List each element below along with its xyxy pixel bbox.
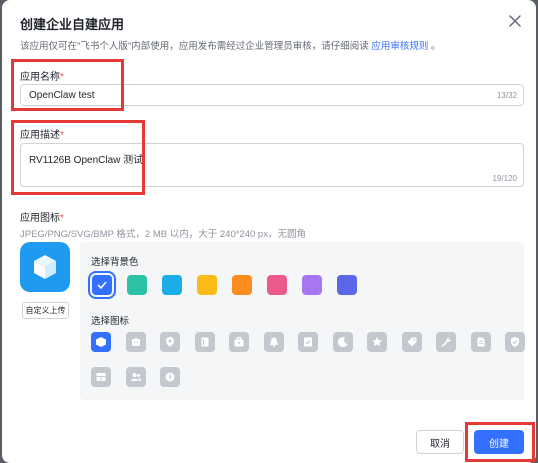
users-icon bbox=[130, 373, 141, 381]
icon-option-tag[interactable] bbox=[401, 332, 422, 352]
icon-select-title: 选择图标 bbox=[91, 316, 130, 327]
icon-picker-panel: 选择背景色 选择图标 bbox=[80, 242, 525, 400]
app-desc-value: RV1126B OpenClaw 测试 bbox=[29, 155, 144, 166]
wrench-icon bbox=[441, 337, 452, 347]
app-name-value: OpenClaw test bbox=[29, 90, 95, 101]
star-icon bbox=[372, 337, 382, 347]
document-icon bbox=[477, 337, 484, 347]
cube-icon bbox=[34, 255, 56, 279]
icon-option-moon[interactable] bbox=[332, 332, 353, 352]
icon-option-robot[interactable] bbox=[125, 332, 146, 352]
bg-color-swatch[interactable] bbox=[232, 275, 252, 295]
app-name-counter: 13/32 bbox=[496, 91, 517, 100]
subtitle-suffix: 。 bbox=[431, 41, 441, 52]
bg-color-swatch[interactable] bbox=[302, 275, 322, 295]
book-icon bbox=[201, 337, 208, 347]
bg-color-title: 选择背景色 bbox=[91, 257, 139, 268]
shield-check-icon bbox=[511, 337, 519, 347]
bg-color-swatch[interactable] bbox=[337, 275, 357, 295]
dialog-subtitle: 该应用仅可在"飞书个人版"内部使用，应用发布需经过企业管理员审核，请仔细阅读 应… bbox=[20, 38, 441, 52]
create-app-dialog: 创建企业自建应用 该应用仅可在"飞书个人版"内部使用，应用发布需经过企业管理员审… bbox=[2, 0, 536, 463]
check-icon bbox=[97, 281, 107, 290]
icon-option-bell[interactable] bbox=[263, 332, 284, 352]
app-desc-textarea[interactable]: RV1126B OpenClaw 测试 19/120 bbox=[20, 143, 524, 187]
icon-option-briefcase[interactable] bbox=[229, 332, 249, 352]
close-icon[interactable] bbox=[506, 12, 524, 30]
cancel-button[interactable]: 取消 bbox=[416, 430, 464, 454]
review-rules-link[interactable]: 应用审核规则 bbox=[371, 41, 428, 52]
app-icon-preview bbox=[20, 242, 70, 292]
icon-option-compass[interactable] bbox=[160, 367, 180, 387]
icon-option-cube[interactable] bbox=[91, 332, 111, 352]
icon-option-users[interactable] bbox=[125, 367, 146, 387]
subtitle-text: 该应用仅可在"飞书个人版"内部使用，应用发布需经过企业管理员审核，请仔细阅读 bbox=[20, 41, 369, 52]
icon-option-checklist[interactable] bbox=[298, 332, 318, 352]
dialog-title: 创建企业自建应用 bbox=[20, 17, 125, 32]
icon-option-book[interactable] bbox=[194, 332, 215, 352]
bg-color-swatch[interactable] bbox=[267, 275, 287, 295]
briefcase-icon bbox=[234, 337, 244, 347]
location-pin-icon bbox=[166, 337, 174, 347]
robot-icon bbox=[131, 337, 140, 346]
bg-color-swatch[interactable] bbox=[127, 275, 147, 295]
app-name-label: 应用名称* bbox=[20, 72, 64, 83]
icon-option-wrench[interactable] bbox=[436, 332, 456, 352]
moon-icon bbox=[337, 337, 347, 348]
icon-option-star[interactable] bbox=[367, 332, 387, 352]
app-desc-label: 应用描述* bbox=[20, 130, 64, 141]
bg-color-swatch[interactable] bbox=[197, 275, 217, 295]
cube-icon bbox=[96, 337, 106, 347]
layout-icon bbox=[96, 373, 106, 381]
icon-option-document[interactable] bbox=[470, 332, 491, 352]
bg-color-swatch[interactable] bbox=[162, 275, 182, 295]
bg-color-swatch[interactable] bbox=[88, 271, 116, 299]
icon-option-layout[interactable] bbox=[91, 367, 111, 387]
app-icon-hint: JPEG/PNG/SVG/BMP 格式，2 MB 以内，大于 240*240 p… bbox=[20, 229, 306, 240]
bell-icon bbox=[269, 337, 278, 347]
create-button[interactable]: 创建 bbox=[474, 430, 524, 454]
custom-upload-button[interactable]: 自定义上传 bbox=[22, 302, 69, 319]
icon-option-location-pin[interactable] bbox=[160, 332, 180, 352]
app-name-input[interactable]: OpenClaw test 13/32 bbox=[20, 84, 524, 106]
tag-icon bbox=[407, 337, 416, 347]
compass-icon bbox=[165, 372, 175, 382]
app-icon-label: 应用图标* bbox=[20, 213, 64, 224]
checklist-icon bbox=[304, 337, 312, 347]
app-desc-counter: 19/120 bbox=[492, 174, 517, 183]
icon-option-shield-check[interactable] bbox=[505, 332, 525, 352]
